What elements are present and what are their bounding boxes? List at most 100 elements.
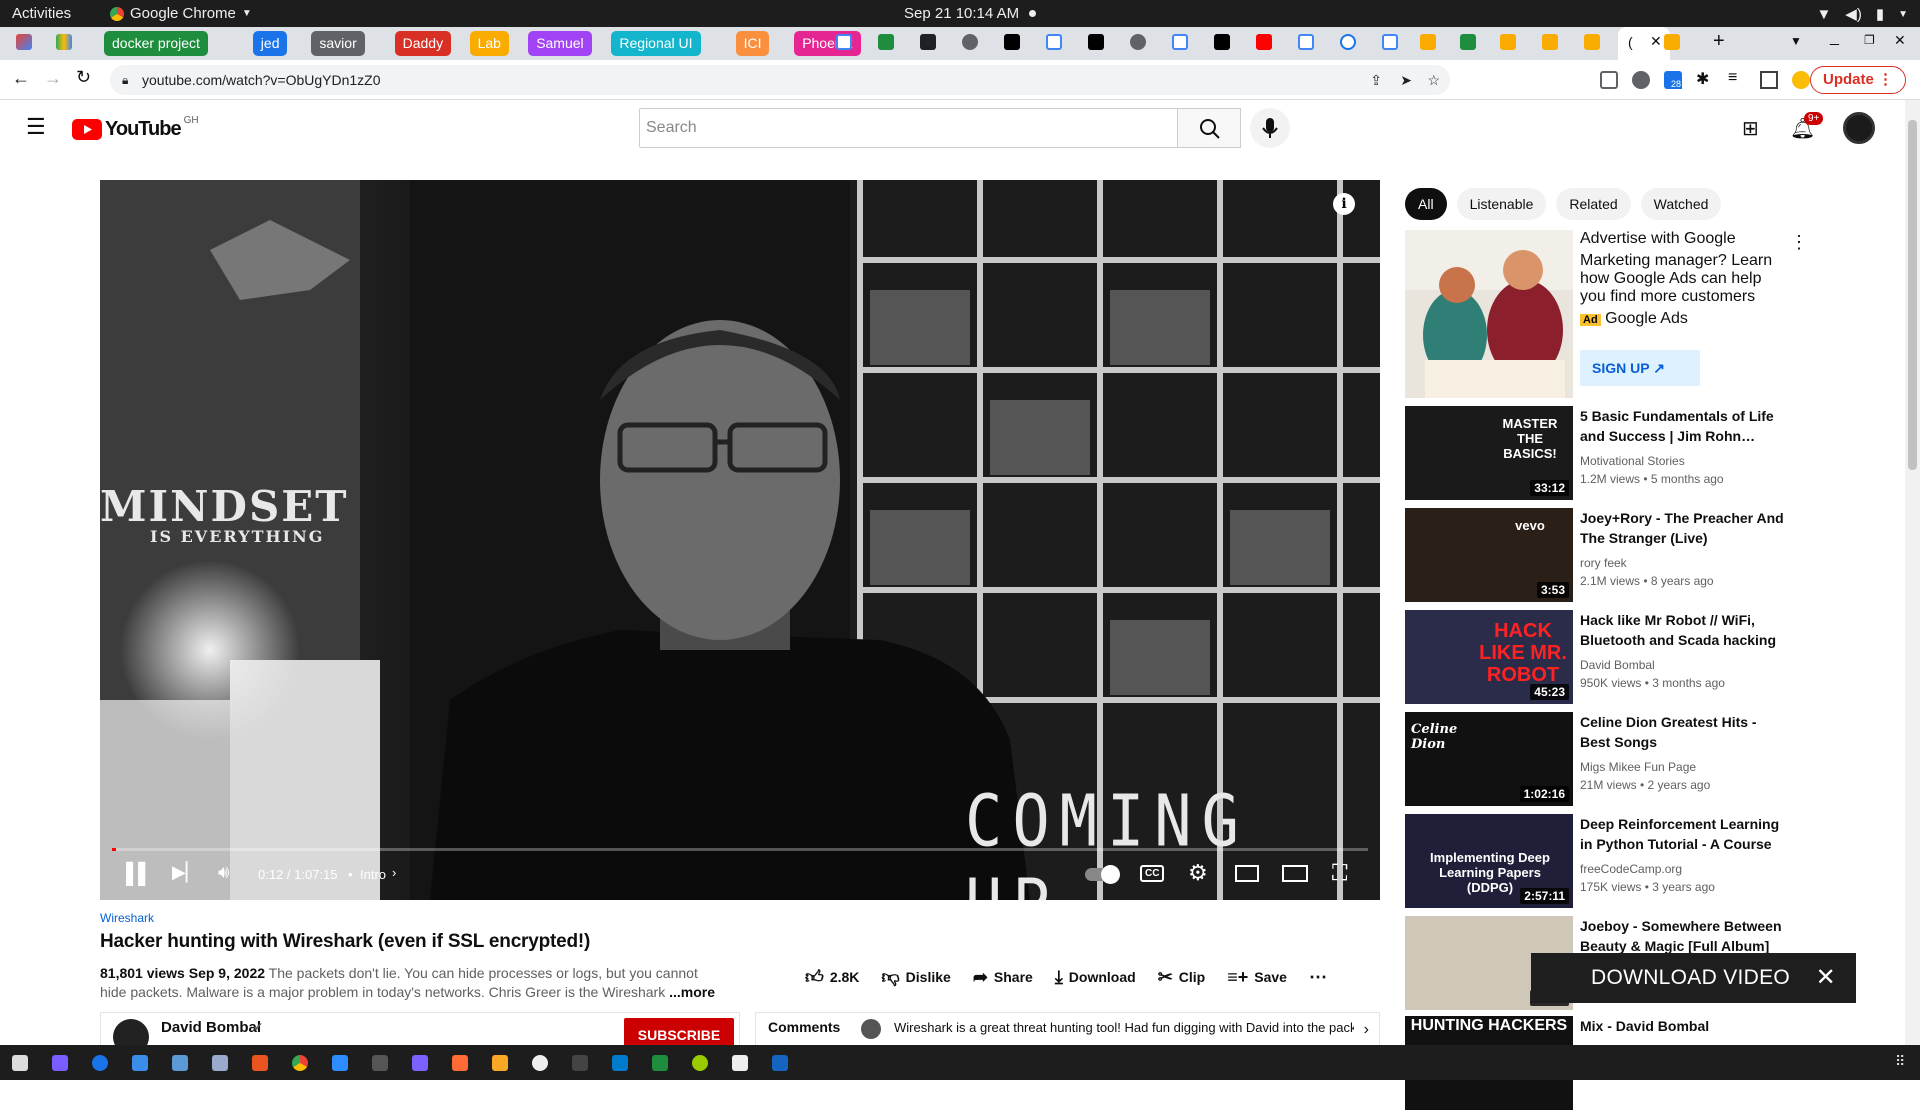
share-page-icon[interactable]: ⇪ — [1370, 65, 1382, 95]
close-window-icon[interactable]: ✕ — [1894, 32, 1906, 49]
tab-group-docker-project[interactable]: docker project — [104, 31, 208, 56]
taskbar-app-icon[interactable] — [772, 1055, 788, 1071]
youtube-tab-icon[interactable] — [1256, 34, 1272, 50]
tab-icon[interactable] — [920, 34, 936, 50]
recommendation-channel[interactable]: David Bombal — [1580, 656, 1790, 674]
captions-icon[interactable]: CC — [1140, 865, 1165, 882]
drive-tab-icon[interactable] — [56, 34, 72, 50]
ad-menu-kebab-icon[interactable]: ⋮ — [1790, 232, 1808, 253]
search-input[interactable]: Search — [639, 108, 1179, 148]
tab-icon[interactable] — [1420, 34, 1436, 50]
google-tab-icon[interactable] — [836, 34, 852, 50]
bookmark-star-icon[interactable]: ☆ — [1427, 65, 1440, 95]
tab-icon[interactable] — [1500, 34, 1516, 50]
recommendation-thumbnail[interactable]: vevo 3:53 — [1405, 508, 1573, 602]
save-button[interactable]: ≡+ Save — [1227, 967, 1287, 988]
taskbar-app-icon[interactable] — [692, 1055, 708, 1071]
update-button[interactable]: Update ⋮ — [1809, 66, 1906, 94]
taskbar-app-icon[interactable] — [732, 1055, 748, 1071]
taskbar-app-icon[interactable] — [652, 1055, 668, 1071]
terminal-taskbar-icon[interactable] — [372, 1055, 388, 1071]
tab-group-lab[interactable]: Lab — [469, 31, 509, 56]
close-tab-icon[interactable]: ✕ — [1650, 33, 1662, 50]
tab-icon[interactable] — [1460, 34, 1476, 50]
clock[interactable]: Sep 21 10:14 AM — [904, 5, 1037, 22]
vscode-taskbar-icon[interactable] — [612, 1055, 628, 1071]
taskbar-app-icon[interactable] — [532, 1055, 548, 1071]
side-panel-icon[interactable] — [1760, 71, 1778, 89]
recommendation-channel[interactable]: rory feek — [1580, 554, 1790, 572]
create-video-icon[interactable]: ⊞ — [1742, 116, 1759, 141]
description-box[interactable]: 81,801 views Sep 9, 2022 The packets don… — [100, 964, 720, 1002]
ad-thumbnail[interactable] — [1405, 230, 1573, 398]
active-tab[interactable]: ( ✕ — [1618, 27, 1670, 60]
recommendation-title[interactable]: Joey+Rory - The Preacher And The Strange… — [1580, 508, 1790, 548]
fullscreen-icon[interactable]: ⛶ — [1332, 860, 1347, 886]
tab-group-regional-ui[interactable]: Regional UI — [611, 31, 701, 56]
recommendation-thumbnail[interactable]: MASTER THE BASICS! 33:12 — [1405, 406, 1573, 500]
miniplayer-icon[interactable] — [1235, 865, 1259, 882]
tab-group-daddy[interactable]: Daddy — [394, 31, 452, 56]
taskbar-app-icon[interactable] — [332, 1055, 348, 1071]
tab-icon[interactable] — [962, 34, 978, 50]
back-arrow-icon[interactable]: ← — [12, 68, 30, 89]
recommendation-thumbnail[interactable]: HACK LIKE MR. ROBOT 45:23 — [1405, 610, 1573, 704]
progress-track[interactable] — [112, 848, 1368, 851]
reading-list-icon[interactable]: ≡ — [1728, 69, 1746, 87]
next-icon[interactable]: ▶︎▏ — [172, 862, 200, 883]
address-bar[interactable]: 🔒︎ youtube.com/watch?v=ObUgYDn1zZ0 ⇪ ➤ ☆ — [110, 65, 1450, 95]
filter-chip-watched[interactable]: Watched — [1640, 188, 1722, 220]
ad-card[interactable]: Advertise with Google Marketing manager?… — [1405, 230, 1895, 398]
hashtag-channel-link[interactable]: Wireshark — [100, 911, 154, 925]
google-tab-icon[interactable] — [1046, 34, 1062, 50]
tab-group-savior[interactable]: savior — [311, 31, 365, 56]
taskbar-app-icon[interactable] — [172, 1055, 188, 1071]
activities-button[interactable]: Activities — [12, 5, 71, 22]
taskbar-app-icon[interactable] — [92, 1055, 108, 1071]
page-scrollbar[interactable] — [1905, 100, 1920, 1045]
forward-arrow-icon[interactable]: → — [44, 68, 62, 89]
tab-group-jed[interactable]: jed — [252, 31, 288, 56]
recommendation-item[interactable]: Implementing Deep Learning Papers (DDPG)… — [1405, 814, 1895, 910]
recommendation-item[interactable]: HACK LIKE MR. ROBOT 45:23 Hack like Mr Rob… — [1405, 610, 1895, 706]
tab-icon[interactable] — [1340, 34, 1356, 50]
minimize-icon[interactable]: _ — [1830, 29, 1839, 47]
google-tab-icon[interactable] — [1298, 34, 1314, 50]
extension-icon[interactable] — [1600, 71, 1618, 89]
download-button[interactable]: ⤓ Download — [1055, 967, 1136, 988]
recommendation-title[interactable]: Deep Reinforcement Learning in Python Tu… — [1580, 814, 1790, 854]
recommendation-title[interactable]: Hack like Mr Robot // WiFi, Bluetooth an… — [1580, 610, 1790, 650]
taskbar-app-icon[interactable] — [252, 1055, 268, 1071]
recommendation-title[interactable]: Joeboy - Somewhere Between Beauty & Magi… — [1580, 916, 1790, 956]
share-button[interactable]: ➦ Share — [973, 967, 1033, 988]
recommendation-item[interactable]: Celine Dion 1:02:16 Celine Dion Greatest H… — [1405, 712, 1895, 808]
filter-chip-related[interactable]: Related — [1556, 188, 1631, 220]
theater-mode-icon[interactable] — [1282, 865, 1308, 882]
settings-gear-icon[interactable]: ⚙ — [1188, 860, 1208, 886]
filter-chip-all[interactable]: All — [1405, 188, 1447, 220]
sign-up-button[interactable]: SIGN UP ↗ — [1580, 350, 1700, 386]
channel-name[interactable]: David Bombal — [161, 1019, 261, 1036]
tab-icon[interactable] — [1088, 34, 1104, 50]
close-banner-icon[interactable]: ✕ — [1816, 953, 1836, 1003]
filter-chip-listenable[interactable]: Listenable — [1456, 188, 1547, 220]
taskbar-app-icon[interactable] — [52, 1055, 68, 1071]
profile-avatar[interactable] — [1792, 71, 1810, 89]
tab-icon[interactable] — [878, 34, 894, 50]
google-tab-icon[interactable] — [1172, 34, 1188, 50]
like-button[interactable]: 👍︎ 2.8K — [805, 966, 859, 988]
recommendation-thumbnail[interactable]: Implementing Deep Learning Papers (DDPG)… — [1405, 814, 1573, 908]
new-tab-plus-icon[interactable]: + — [1713, 30, 1725, 53]
tab-icon[interactable] — [1214, 34, 1230, 50]
taskbar-app-icon[interactable] — [132, 1055, 148, 1071]
recommendation-title[interactable]: Celine Dion Greatest Hits - Best Songs — [1580, 712, 1790, 752]
recommendation-thumbnail[interactable]: Celine Dion 1:02:16 — [1405, 712, 1573, 806]
clip-button[interactable]: ✂ Clip — [1158, 967, 1206, 988]
video-player[interactable]: MINDSET IS EVERYTHING COMING UP i ▌▌ ▶︎▏… — [100, 180, 1380, 900]
voice-search-button[interactable] — [1250, 108, 1290, 148]
volume-icon[interactable]: 🔊︎ — [218, 862, 229, 883]
recommendation-item[interactable]: MASTER THE BASICS! 33:12 5 Basic Fundament… — [1405, 406, 1895, 502]
recommendation-item[interactable]: vevo 3:53 Joey+Rory - The Preacher And The… — [1405, 508, 1895, 604]
system-tray[interactable]: ▼ ◀) ▮ ▼ — [1816, 5, 1908, 24]
notifications-button[interactable]: 🔔︎ 9+ — [1790, 112, 1824, 141]
